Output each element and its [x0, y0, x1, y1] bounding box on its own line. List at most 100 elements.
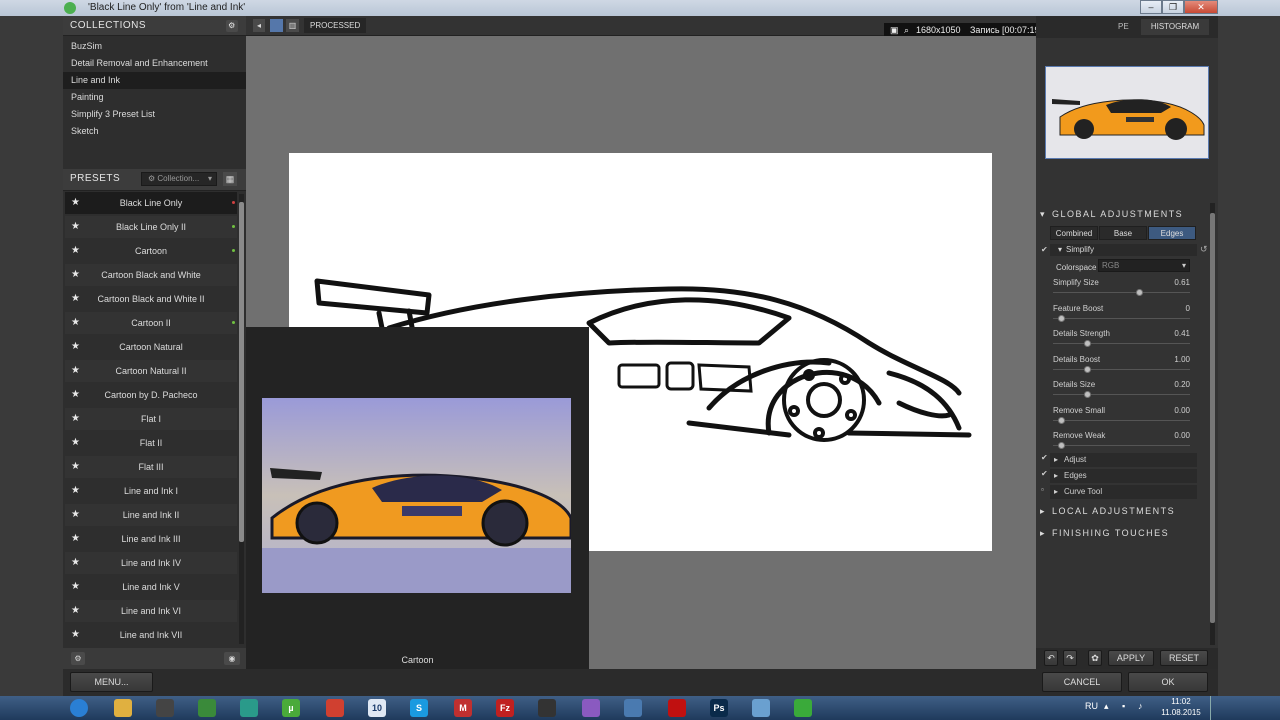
preset-item[interactable]: ★ Cartoon Natural II [65, 360, 237, 382]
right-scroll-thumb[interactable] [1210, 213, 1215, 623]
subsection-curve-tool[interactable]: ▸ Curve Tool [1050, 485, 1197, 499]
presets-scroll-thumb[interactable] [239, 202, 244, 542]
picasa-taskbar-button[interactable] [574, 698, 608, 718]
colorspace-select[interactable]: RGB ▾ [1098, 259, 1190, 272]
preset-item[interactable]: ★ Line and Ink VI [65, 600, 237, 622]
preset-item[interactable]: ★ Cartoon [65, 240, 237, 262]
star-icon[interactable]: ★ [71, 384, 80, 406]
star-icon[interactable]: ★ [71, 288, 80, 310]
photoshop-taskbar-button[interactable]: Ps [702, 698, 736, 718]
preset-item[interactable]: ★ Line and Ink III [65, 528, 237, 550]
preset-item[interactable]: ★ Line and Ink IV [65, 552, 237, 574]
star-icon[interactable]: ★ [71, 552, 80, 574]
star-icon[interactable]: ★ [71, 624, 80, 646]
collection-item[interactable]: Detail Removal and Enhancement [63, 55, 246, 72]
preset-item[interactable]: ★ Cartoon II [65, 312, 237, 334]
spreadsheet-taskbar-button[interactable] [190, 698, 224, 718]
star-icon[interactable]: ★ [71, 192, 80, 214]
tray-network-icon[interactable]: ▪ [1122, 701, 1125, 711]
collections-settings-icon[interactable]: ⚙ [226, 20, 238, 32]
check-icon[interactable]: ✔ [1041, 245, 1048, 254]
slider-knob[interactable] [1058, 314, 1065, 322]
tray-arrow-icon[interactable]: ▴ [1104, 701, 1109, 712]
preset-item[interactable]: ★ Line and Ink VII [65, 624, 237, 646]
redo-icon[interactable]: ↷ [1063, 650, 1077, 666]
slider-track[interactable] [1053, 445, 1190, 446]
collection-item[interactable]: Simplify 3 Preset List [63, 106, 246, 123]
star-icon[interactable]: ★ [71, 600, 80, 622]
tray-volume-icon[interactable]: ♪ [1138, 701, 1143, 711]
single-view-icon[interactable] [270, 19, 283, 32]
mail-taskbar-button[interactable]: M [446, 698, 480, 718]
preset-item[interactable]: ★ Flat I [65, 408, 237, 430]
film-taskbar-button[interactable] [148, 698, 182, 718]
menu-button[interactable]: MENU... [70, 672, 153, 692]
simplify-section[interactable]: ▾ Simplify [1050, 244, 1197, 256]
apply-button[interactable]: APPLY [1108, 650, 1154, 666]
tab-edges[interactable]: Edges [1148, 226, 1196, 240]
calendar-taskbar-button[interactable]: 10 [360, 698, 394, 718]
presets-scrollbar[interactable] [239, 194, 244, 644]
start-orb-taskbar-button[interactable] [64, 698, 98, 718]
check-icon[interactable]: ✔ [1041, 469, 1048, 478]
ok-button[interactable]: OK [1128, 672, 1208, 692]
slider-knob[interactable] [1083, 391, 1091, 398]
cancel-button[interactable]: CANCEL [1042, 672, 1122, 692]
minimize-button[interactable]: – [1140, 0, 1162, 14]
maximize-button[interactable]: ❐ [1162, 0, 1184, 14]
settings-icon[interactable]: ⚙ [71, 652, 85, 665]
skype-taskbar-button[interactable]: S [402, 698, 436, 718]
star-icon[interactable]: ★ [71, 216, 80, 238]
undo-icon[interactable]: ↶ [1044, 650, 1058, 666]
star-icon[interactable]: ★ [71, 336, 80, 358]
close-window-button[interactable]: ✕ [1184, 0, 1218, 14]
split-view-icon[interactable]: ▥ [286, 19, 299, 32]
tab-histogram[interactable]: HISTOGRAM [1141, 19, 1209, 35]
slider-track[interactable] [1053, 317, 1190, 319]
cube-taskbar-button[interactable] [232, 698, 266, 718]
save-preset-icon[interactable]: ✿ [1088, 650, 1102, 666]
grid-view-icon[interactable]: ▦ [223, 172, 237, 186]
preset-item[interactable]: ★ Line and Ink II [65, 504, 237, 526]
slider-track[interactable] [1053, 419, 1190, 421]
preset-item[interactable]: ★ Black Line Only [65, 192, 237, 214]
preset-item[interactable]: ★ Flat III [65, 456, 237, 478]
slider-knob[interactable] [1058, 416, 1065, 424]
topaz-taskbar-button[interactable] [786, 698, 820, 718]
canvas-area[interactable]: Cartoon [246, 36, 1036, 669]
reset-section-icon[interactable]: ↺ [1200, 244, 1208, 255]
screen-taskbar-button[interactable] [616, 698, 650, 718]
record-taskbar-button[interactable] [660, 698, 694, 718]
preset-item[interactable]: ★ Cartoon Natural [65, 336, 237, 358]
explorer-taskbar-button[interactable] [106, 698, 140, 718]
star-icon[interactable]: ★ [71, 576, 80, 598]
slider-track[interactable] [1053, 292, 1190, 293]
collection-select[interactable]: ⚙ Collection... ▾ [141, 172, 217, 186]
right-scrollbar[interactable] [1210, 203, 1215, 645]
star-icon[interactable]: ★ [71, 528, 80, 550]
star-icon[interactable]: ★ [71, 240, 80, 262]
star-icon[interactable]: ★ [71, 264, 80, 286]
star-icon[interactable]: ★ [71, 360, 80, 382]
language-indicator[interactable]: RU [1085, 701, 1098, 711]
back-arrow-icon[interactable]: ◂ [253, 19, 265, 32]
collection-item[interactable]: Line and Ink [63, 72, 246, 89]
slider-knob[interactable] [1058, 442, 1065, 449]
collection-item[interactable]: Sketch [63, 123, 246, 140]
slider-knob[interactable] [1083, 365, 1091, 373]
global-adjustments-header[interactable]: ▾ GLOBAL ADJUSTMENTS [1036, 204, 1206, 224]
star-icon[interactable]: ★ [71, 456, 80, 478]
check-icon[interactable]: ▫ [1041, 485, 1044, 494]
subsection-adjust[interactable]: ▸ Adjust [1050, 453, 1197, 467]
media-player-taskbar-button[interactable] [530, 698, 564, 718]
chrome-taskbar-button[interactable] [318, 698, 352, 718]
utorrent-taskbar-button[interactable]: µ [274, 698, 308, 718]
preset-item[interactable]: ★ Cartoon Black and White II [65, 288, 237, 310]
collection-item[interactable]: Painting [63, 89, 246, 106]
slider-track[interactable] [1053, 368, 1190, 370]
slider-knob[interactable] [1136, 289, 1144, 296]
star-icon[interactable]: ★ [71, 480, 80, 502]
preset-item[interactable]: ★ Cartoon by D. Pacheco [65, 384, 237, 406]
slider-track[interactable] [1053, 343, 1190, 344]
reset-button[interactable]: RESET [1160, 650, 1208, 666]
